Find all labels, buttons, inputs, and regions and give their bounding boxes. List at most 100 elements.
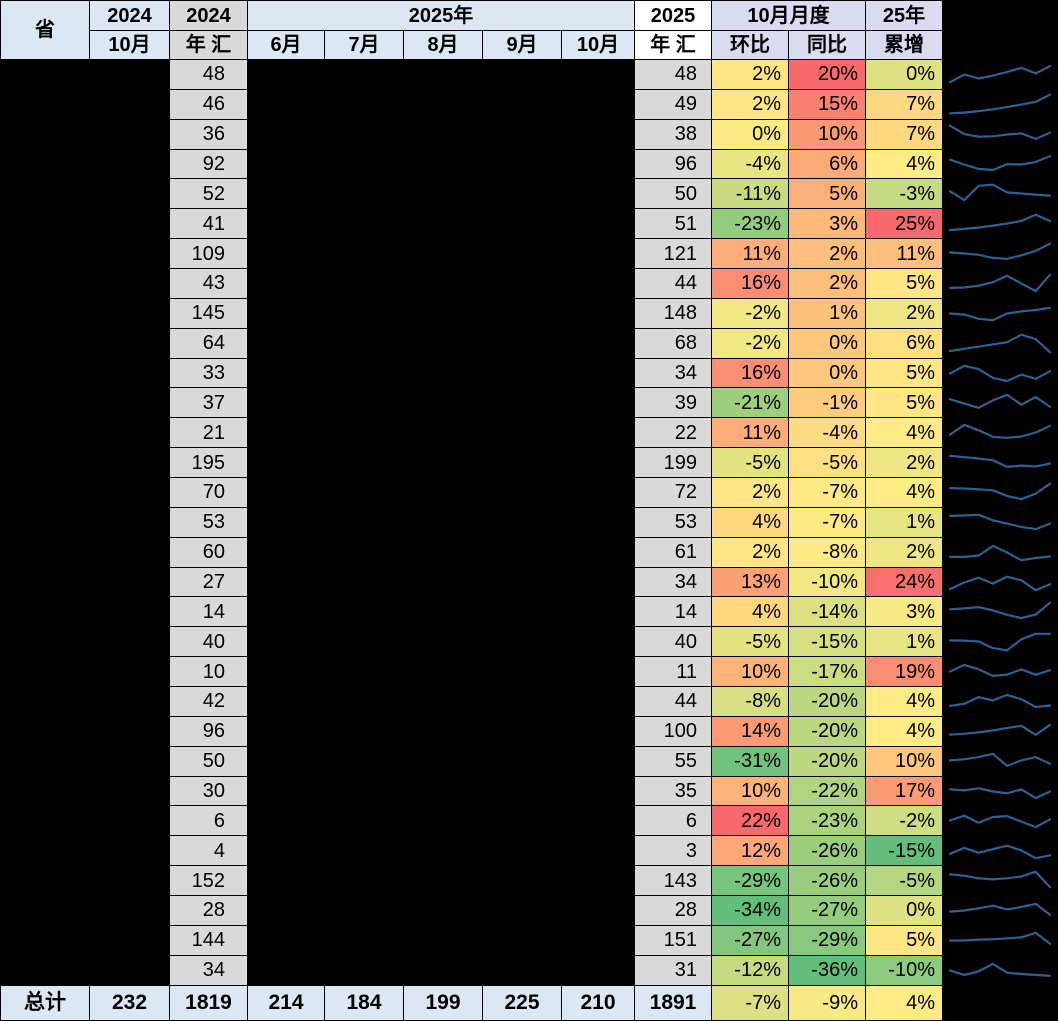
y2024-total-cell[interactable]: 50	[170, 746, 248, 777]
y2024-total-cell[interactable]: 53	[170, 507, 248, 538]
mom-cell[interactable]: 14%	[712, 716, 789, 747]
y2025-total-cell[interactable]: 72	[635, 478, 712, 508]
mom-cell[interactable]: 22%	[712, 806, 789, 837]
yoy-cell[interactable]: -4%	[789, 418, 866, 449]
mom-cell[interactable]: 12%	[712, 836, 789, 867]
y2024-total-cell[interactable]: 37	[170, 388, 248, 419]
mom-cell[interactable]: 2%	[712, 537, 789, 568]
cum-cell[interactable]: 0%	[866, 60, 943, 90]
mom-cell[interactable]: -23%	[712, 209, 789, 240]
cum-cell[interactable]: 4%	[866, 716, 943, 747]
cum-cell[interactable]: 5%	[866, 269, 943, 299]
y2025-total-cell[interactable]: 6	[635, 806, 712, 837]
header-month-jul[interactable]: 7月	[325, 31, 404, 60]
yoy-cell[interactable]: 3%	[789, 209, 866, 240]
header-month-sep[interactable]: 9月	[483, 31, 562, 60]
y2024-total-cell[interactable]: 33	[170, 358, 248, 389]
y2024-total-cell[interactable]: 195	[170, 448, 248, 479]
y2025-total-cell[interactable]: 14	[635, 597, 712, 628]
y2025-total-cell[interactable]: 34	[635, 567, 712, 598]
y2025-total-cell[interactable]: 53	[635, 507, 712, 538]
yoy-cell[interactable]: 0%	[789, 358, 866, 389]
y2025-total-cell[interactable]: 143	[635, 866, 712, 897]
yoy-cell[interactable]: -23%	[789, 806, 866, 837]
yoy-cell[interactable]: -20%	[789, 716, 866, 747]
cum-cell[interactable]: -10%	[866, 955, 943, 986]
y2024-total-cell[interactable]: 52	[170, 179, 248, 210]
header-2024-oct-month[interactable]: 10月	[90, 31, 170, 60]
mom-cell[interactable]: -11%	[712, 179, 789, 210]
y2025-total-cell[interactable]: 31	[635, 955, 712, 986]
yoy-cell[interactable]: -7%	[789, 478, 866, 508]
yoy-cell[interactable]: -10%	[789, 567, 866, 598]
mom-cell[interactable]: -27%	[712, 925, 789, 956]
yoy-cell[interactable]: 10%	[789, 119, 866, 150]
yoy-cell[interactable]: -27%	[789, 896, 866, 926]
yoy-cell[interactable]: 0%	[789, 328, 866, 359]
mom-cell[interactable]: -2%	[712, 328, 789, 359]
y2024-total-cell[interactable]: 27	[170, 567, 248, 598]
y2024-total-cell[interactable]: 34	[170, 955, 248, 986]
y2025-total-cell[interactable]: 38	[635, 119, 712, 150]
mom-cell[interactable]: 4%	[712, 507, 789, 538]
y2025-total-cell[interactable]: 40	[635, 627, 712, 658]
y2025-total-cell[interactable]: 28	[635, 896, 712, 926]
y2025-total-cell[interactable]: 199	[635, 448, 712, 479]
y2025-total-cell[interactable]: 55	[635, 746, 712, 777]
header-2024-total-year[interactable]: 2024	[170, 1, 248, 31]
mom-cell[interactable]: 4%	[712, 597, 789, 628]
header-yoy[interactable]: 同比	[789, 31, 866, 60]
total-2024-year-cell[interactable]: 1819	[170, 985, 248, 1021]
cum-cell[interactable]: 17%	[866, 776, 943, 807]
y2025-total-cell[interactable]: 148	[635, 298, 712, 329]
y2025-total-cell[interactable]: 151	[635, 925, 712, 956]
total-label-cell[interactable]: 总计	[1, 985, 90, 1021]
cum-cell[interactable]: 4%	[866, 149, 943, 180]
header-mom[interactable]: 环比	[712, 31, 789, 60]
header-cum-label[interactable]: 累增	[866, 31, 943, 60]
y2024-total-cell[interactable]: 10	[170, 657, 248, 688]
cum-cell[interactable]: 7%	[866, 119, 943, 150]
header-month-oct[interactable]: 10月	[562, 31, 635, 60]
mom-cell[interactable]: 10%	[712, 657, 789, 688]
mom-cell[interactable]: -8%	[712, 687, 789, 717]
y2025-total-cell[interactable]: 34	[635, 358, 712, 389]
yoy-cell[interactable]: -26%	[789, 836, 866, 867]
cum-cell[interactable]: -2%	[866, 806, 943, 837]
header-2024-total-label[interactable]: 年 汇	[170, 31, 248, 60]
total-month-jul-cell[interactable]: 184	[325, 985, 404, 1021]
yoy-cell[interactable]: -22%	[789, 776, 866, 807]
cum-cell[interactable]: 5%	[866, 925, 943, 956]
mom-cell[interactable]: 11%	[712, 418, 789, 449]
y2025-total-cell[interactable]: 35	[635, 776, 712, 807]
total-2024-oct-cell[interactable]: 232	[90, 985, 170, 1021]
header-2025-total-label[interactable]: 年 汇	[635, 31, 712, 60]
total-mom-cell[interactable]: -7%	[712, 985, 789, 1021]
y2025-total-cell[interactable]: 44	[635, 687, 712, 717]
yoy-cell[interactable]: 20%	[789, 60, 866, 90]
mom-cell[interactable]: 16%	[712, 269, 789, 299]
y2024-total-cell[interactable]: 6	[170, 806, 248, 837]
header-2024-oct-year[interactable]: 2024	[90, 1, 170, 31]
yoy-cell[interactable]: 2%	[789, 269, 866, 299]
mom-cell[interactable]: 13%	[712, 567, 789, 598]
total-month-oct-cell[interactable]: 210	[562, 985, 635, 1021]
header-province[interactable]: 省	[1, 1, 90, 60]
y2024-total-cell[interactable]: 48	[170, 60, 248, 90]
total-yoy-cell[interactable]: -9%	[789, 985, 866, 1021]
y2025-total-cell[interactable]: 39	[635, 388, 712, 419]
y2025-total-cell[interactable]: 44	[635, 269, 712, 299]
y2024-total-cell[interactable]: 60	[170, 537, 248, 568]
y2024-total-cell[interactable]: 152	[170, 866, 248, 897]
y2025-total-cell[interactable]: 100	[635, 716, 712, 747]
cum-cell[interactable]: 1%	[866, 627, 943, 658]
y2025-total-cell[interactable]: 49	[635, 89, 712, 120]
yoy-cell[interactable]: -20%	[789, 746, 866, 777]
y2024-total-cell[interactable]: 96	[170, 716, 248, 747]
yoy-cell[interactable]: -29%	[789, 925, 866, 956]
mom-cell[interactable]: -4%	[712, 149, 789, 180]
y2024-total-cell[interactable]: 21	[170, 418, 248, 449]
yoy-cell[interactable]: 15%	[789, 89, 866, 120]
header-cum-year[interactable]: 25年	[866, 1, 943, 31]
yoy-cell[interactable]: -14%	[789, 597, 866, 628]
